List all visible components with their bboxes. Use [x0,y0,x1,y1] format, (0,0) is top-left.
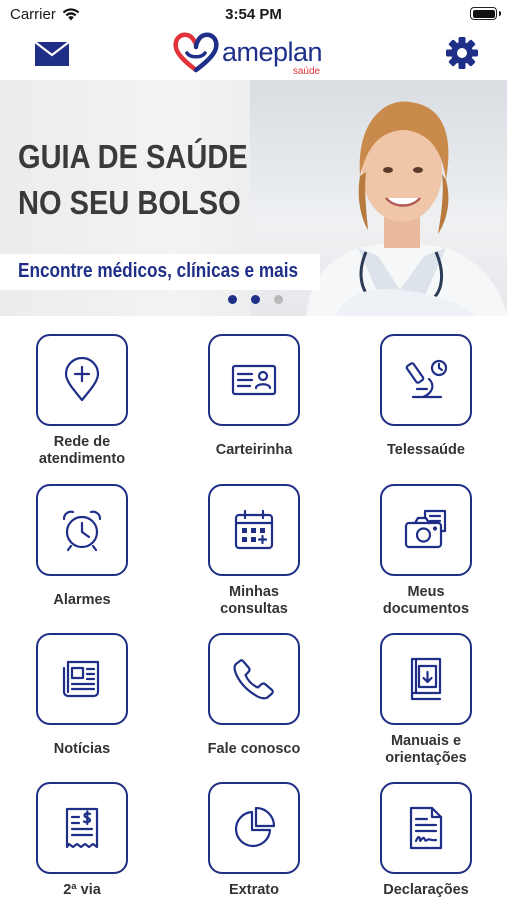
page-dot-3[interactable] [274,295,283,304]
doctor-photo [306,101,507,316]
phone-icon [233,659,274,700]
tile-icon-box [36,633,128,725]
tile-icon-box [208,633,300,725]
status-time: 3:54 PM [225,6,282,23]
tile-label: Declarações [383,882,469,898]
alarm-clock-icon [62,510,102,552]
banner-headline-line1: GUIA DE SAÚDE [18,138,248,175]
tile-label: Manuais e orientações [385,733,467,766]
banner-headline-line2: NO SEU BOLSO [18,184,241,221]
settings-button[interactable] [445,36,479,70]
banner-page-indicator[interactable] [228,295,283,304]
mail-icon [34,41,70,66]
tile-icon-box [380,633,472,725]
tile-icon-box [208,334,300,426]
pie-chart-icon [234,806,276,848]
tile-label: Telessaúde [387,442,465,458]
nav-bar: ameplan saúde [0,28,507,78]
page-dot-2[interactable] [251,295,260,304]
tile-icon-box [380,782,472,874]
tile-icon-box [380,484,472,576]
status-bar: Carrier 3:54 PM [0,0,507,28]
gear-icon [446,37,478,69]
signed-document-icon [409,806,443,850]
ameplan-logo: ameplan saúde [172,31,336,77]
tile-label: Rede de atendimento [38,434,126,467]
microscope-clock-icon [405,359,448,399]
tile-icon-box [208,484,300,576]
tile-label: Minhas consultas [220,584,288,617]
tile-icon-box [36,334,128,426]
camera-document-icon [404,509,447,549]
tile-icon-box [208,782,300,874]
newspaper-icon [62,660,100,698]
tile-label: Meus documentos [382,584,470,617]
tile-icon-box [380,334,472,426]
manual-download-icon [410,657,442,701]
promo-banner[interactable]: GUIA DE SAÚDE NO SEU BOLSO Encontre médi… [0,80,507,316]
logo-sub: saúde [292,66,321,77]
tile-label: 2ª via [63,882,101,898]
battery-icon [470,7,497,20]
page-dot-1[interactable] [228,295,237,304]
tile-label: Alarmes [53,592,111,608]
mail-button[interactable] [34,41,70,67]
calendar-icon [234,509,274,550]
logo-name: ameplan [222,37,323,67]
id-card-icon [231,364,277,396]
bill-dollar-icon [65,807,99,849]
tile-label: Extrato [229,882,279,898]
tile-label: Carteirinha [215,442,293,458]
tile-label: Notícias [53,741,111,757]
banner-subtitle: Encontre médicos, clínicas e mais [18,260,299,282]
location-plus-icon [64,357,100,402]
tile-label: Fale conosco [207,741,301,757]
banner-headline: GUIA DE SAÚDE NO SEU BOLSO [18,134,248,226]
heart-logo-icon [173,32,219,73]
tile-icon-box [36,484,128,576]
tile-icon-box [36,782,128,874]
